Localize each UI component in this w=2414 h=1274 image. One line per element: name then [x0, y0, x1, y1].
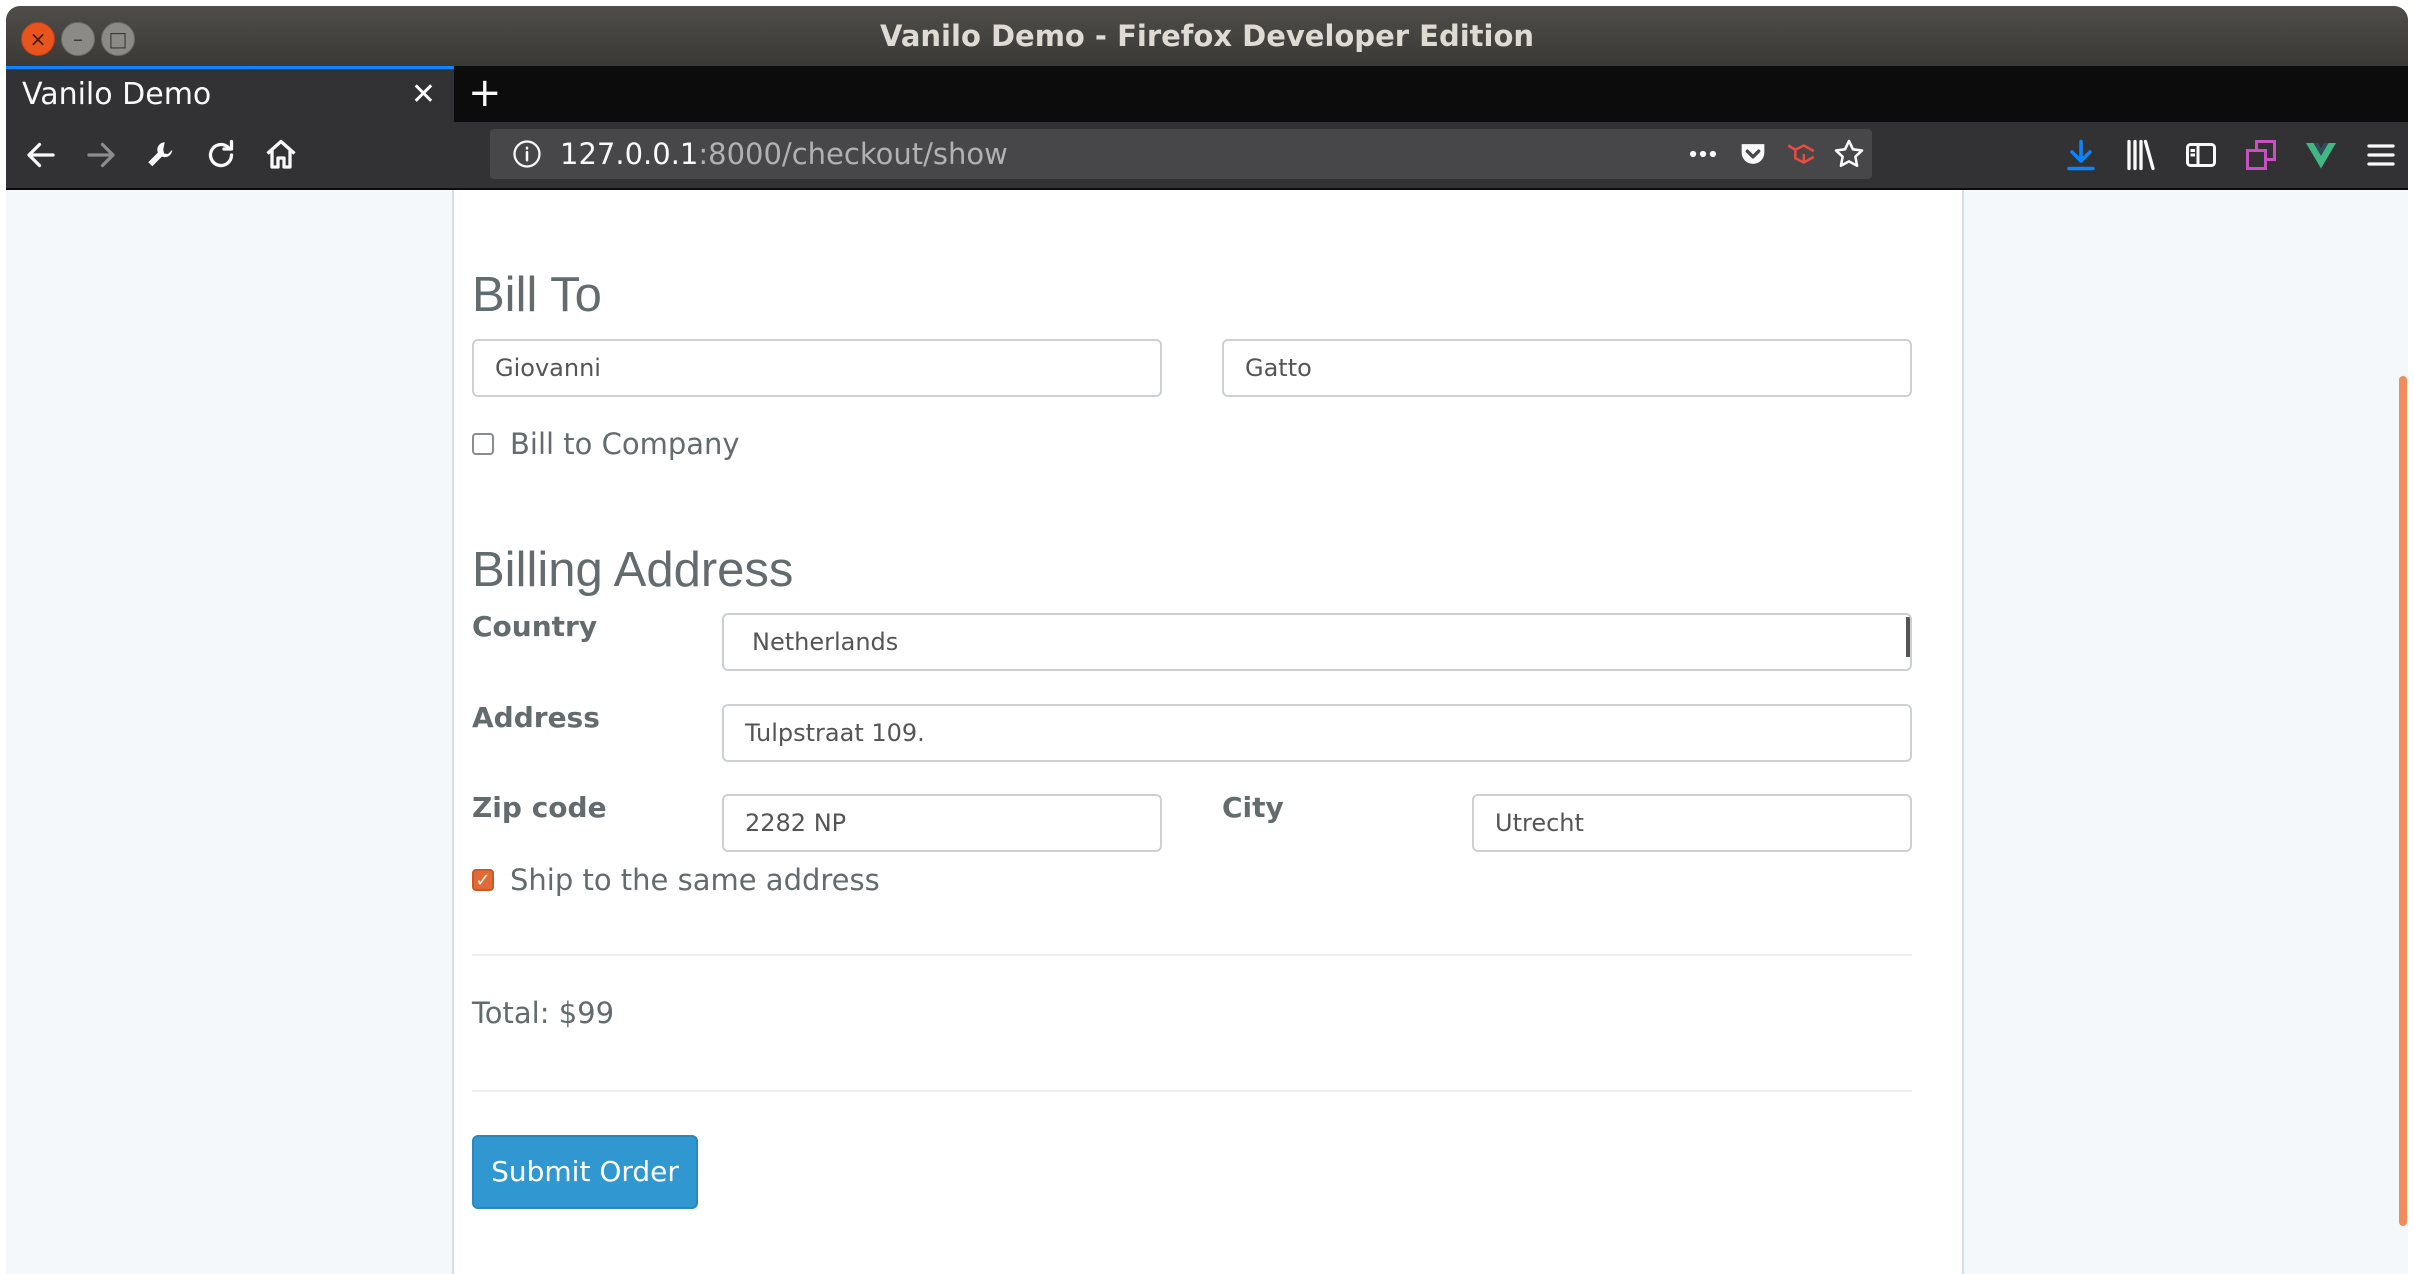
url-host: 127.0.0.1	[560, 137, 699, 171]
page-viewport: Bill To Giovanni Gatto Bill to Company B…	[6, 190, 2408, 1274]
bookmark-star-icon[interactable]	[1832, 137, 1866, 171]
downloads-icon[interactable]	[2058, 132, 2104, 178]
laravel-extension-icon[interactable]	[1784, 137, 1818, 171]
tab-title: Vanilo Demo	[22, 77, 212, 112]
first-name-input[interactable]: Giovanni	[472, 339, 1162, 397]
multi-account-containers-icon[interactable]	[2238, 132, 2284, 178]
submit-order-button[interactable]: Submit Order	[472, 1135, 698, 1209]
checkout-card: Bill To Giovanni Gatto Bill to Company B…	[452, 190, 1964, 1274]
navigation-toolbar: 127.0.0.1:8000/checkout/show	[6, 122, 2408, 190]
last-name-input[interactable]: Gatto	[1222, 339, 1912, 397]
tab-close-icon[interactable]: ✕	[411, 69, 436, 121]
menu-hamburger-icon[interactable]	[2358, 132, 2404, 178]
developer-wrench-icon[interactable]	[138, 132, 184, 178]
divider-top	[472, 954, 1912, 956]
zip-code-input[interactable]: 2282 NP	[722, 794, 1162, 852]
tab-strip: Vanilo Demo ✕ +	[6, 66, 2408, 122]
sidebar-icon[interactable]	[2178, 132, 2224, 178]
ship-same-address-checkbox[interactable]: ✓	[472, 869, 494, 891]
bill-to-heading: Bill To	[472, 268, 602, 322]
page-actions-icon[interactable]	[1686, 137, 1720, 171]
city-label: City	[1222, 791, 1284, 824]
home-icon[interactable]	[258, 132, 304, 178]
forward-icon[interactable]	[78, 132, 124, 178]
back-icon[interactable]	[18, 132, 64, 178]
zip-code-label: Zip code	[472, 791, 607, 824]
country-label: Country	[472, 610, 598, 643]
bill-to-company-label[interactable]: Bill to Company	[510, 427, 740, 461]
url-text[interactable]: 127.0.0.1:8000/checkout/show	[560, 129, 1008, 179]
reload-icon[interactable]	[198, 132, 244, 178]
address-label: Address	[472, 701, 600, 734]
select-edge-marker	[1906, 617, 1910, 657]
new-tab-button[interactable]: +	[468, 66, 502, 120]
browser-window: × – □ Vanilo Demo - Firefox Developer Ed…	[0, 0, 2414, 1274]
url-bar[interactable]: 127.0.0.1:8000/checkout/show	[490, 129, 1872, 179]
site-info-icon[interactable]	[512, 139, 542, 169]
library-icon[interactable]	[2118, 132, 2164, 178]
bill-to-company-checkbox[interactable]	[472, 433, 494, 455]
country-select[interactable]: Netherlands	[722, 613, 1912, 671]
address-input[interactable]: Tulpstraat 109.	[722, 704, 1912, 762]
ship-same-address-row[interactable]: ✓ Ship to the same address	[472, 863, 880, 897]
url-path: :8000/checkout/show	[698, 137, 1008, 171]
divider-bottom	[472, 1090, 1912, 1092]
country-select-value: Netherlands	[752, 628, 899, 656]
pocket-icon[interactable]	[1736, 137, 1770, 171]
scrollbar-thumb[interactable]	[2399, 376, 2407, 1226]
vue-devtools-icon[interactable]	[2298, 132, 2344, 178]
title-bar: × – □ Vanilo Demo - Firefox Developer Ed…	[6, 6, 2408, 66]
ship-same-address-label[interactable]: Ship to the same address	[510, 863, 880, 897]
city-input[interactable]: Utrecht	[1472, 794, 1912, 852]
tab-vanilo-demo[interactable]: Vanilo Demo ✕	[6, 66, 454, 122]
billing-address-heading: Billing Address	[472, 543, 794, 597]
window-title: Vanilo Demo - Firefox Developer Edition	[879, 19, 1535, 53]
bill-to-company-row[interactable]: Bill to Company	[472, 427, 740, 461]
order-total: Total: $99	[472, 996, 615, 1030]
